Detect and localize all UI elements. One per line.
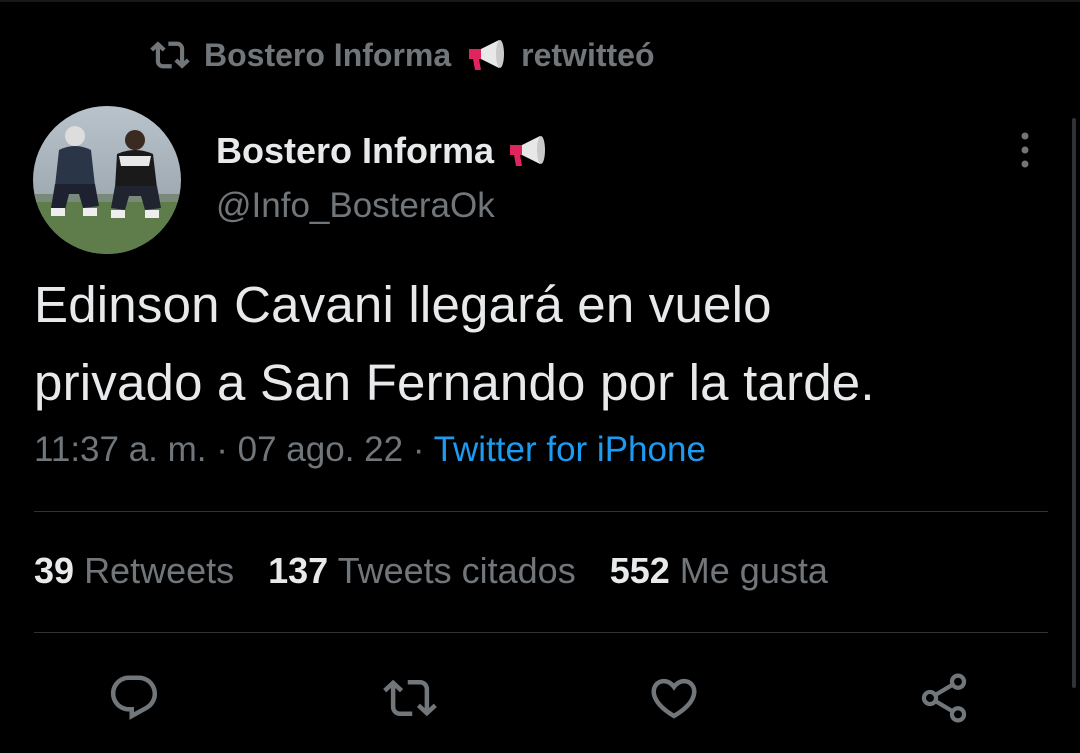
tweet-text-line: Edinson Cavani llegará en vuelo	[34, 276, 772, 333]
likes-stat[interactable]: 552 Me gusta	[610, 550, 828, 592]
retweet-banner[interactable]: Bostero Informa retwitteó	[150, 30, 654, 80]
quotes-stat[interactable]: 137 Tweets citados	[268, 550, 576, 592]
retweet-icon	[383, 679, 437, 717]
megaphone-icon	[510, 136, 546, 166]
avatar[interactable]	[33, 106, 181, 254]
retweets-stat[interactable]: 39 Retweets	[34, 550, 234, 592]
meta-separator: ·	[216, 430, 228, 469]
tweet-date[interactable]: 07 ago. 22	[238, 430, 403, 469]
author-info[interactable]: Bostero Informa @Info_BosteraOk	[216, 126, 548, 226]
reply-button[interactable]	[104, 668, 164, 728]
author-name-row[interactable]: Bostero Informa	[216, 126, 548, 176]
like-icon	[651, 678, 697, 719]
tweet-page: Bostero Informa retwitteó Bostero Inform…	[0, 0, 1080, 753]
divider	[34, 632, 1048, 633]
retweeter-name[interactable]: Bostero Informa	[204, 37, 451, 74]
tweet-source-link[interactable]: Twitter for iPhone	[434, 430, 706, 469]
quotes-label: Tweets citados	[337, 550, 576, 591]
author-handle[interactable]: @Info_BosteraOk	[216, 186, 548, 226]
quotes-count: 137	[268, 550, 329, 591]
tweet-stats: 39 Retweets 137 Tweets citados 552 Me gu…	[34, 550, 828, 592]
author-display-name[interactable]: Bostero Informa	[216, 130, 494, 172]
likes-count: 552	[609, 550, 670, 591]
retweets-count: 39	[34, 550, 75, 591]
tweet-meta: 11:37 a. m. · 07 ago. 22 · Twitter for i…	[34, 430, 706, 470]
tweet-time[interactable]: 11:37 a. m.	[34, 430, 207, 469]
more-options-icon[interactable]	[1010, 130, 1040, 170]
scrollbar[interactable]	[1072, 118, 1076, 688]
tweet-text-line: privado a San Fernando por la tarde.	[34, 354, 875, 411]
retweet-button[interactable]	[380, 668, 440, 728]
avatar-photo	[33, 106, 181, 254]
retweet-small-icon	[150, 41, 190, 69]
divider	[34, 511, 1048, 512]
share-button[interactable]	[914, 668, 974, 728]
tweet-text: Edinson Cavani llegará en vuelo privado …	[34, 266, 1044, 422]
megaphone-icon	[469, 40, 505, 70]
share-icon	[921, 673, 967, 723]
retweets-label: Retweets	[84, 550, 235, 591]
like-button[interactable]	[644, 668, 704, 728]
top-divider	[0, 0, 1080, 2]
retweet-action-label: retwitteó	[521, 36, 655, 73]
likes-label: Me gusta	[679, 550, 828, 591]
meta-separator: ·	[412, 430, 425, 469]
reply-icon	[110, 675, 158, 720]
